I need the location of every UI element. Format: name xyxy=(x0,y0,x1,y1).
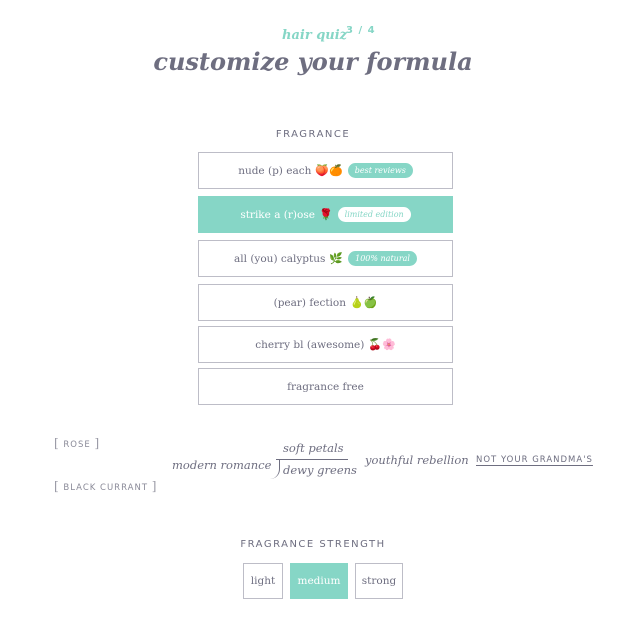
strength-option-strong[interactable]: strong xyxy=(355,563,403,599)
strength-option-medium[interactable]: medium xyxy=(290,563,348,599)
split-bracket xyxy=(270,459,280,479)
rose-icon: 🌹 xyxy=(318,208,333,221)
quiz-label: hair quiz xyxy=(282,28,348,43)
step-indicator: 3 / 4 xyxy=(346,25,376,36)
fragrance-option-all-you-calyptus[interactable]: all (you) calyptus 🌿 100% natural xyxy=(198,240,453,277)
option-label: cherry bl (awesome) xyxy=(255,338,365,351)
best-reviews-badge: best reviews xyxy=(347,163,413,178)
natural-badge: 100% natural xyxy=(348,251,417,266)
option-label: strike a (r)ose xyxy=(240,208,315,221)
option-label: all (you) calyptus xyxy=(234,252,326,265)
fragrance-option-nude-peach[interactable]: nude (p) each 🍑🍊 best reviews xyxy=(198,152,453,189)
youthful-rebellion-note: youthful rebellion xyxy=(365,453,469,467)
fragrance-option-pear-fection[interactable]: (pear) fection 🍐🍏 xyxy=(198,284,453,321)
modern-romance-note: modern romance xyxy=(172,458,272,472)
black-currant-note-tag: [ BLACK CURRANT ] xyxy=(54,479,158,493)
black-currant-note-label: BLACK CURRANT xyxy=(63,483,149,493)
dewy-greens-note: dewy greens xyxy=(283,463,357,477)
cherry-blossom-icon: 🍒🌸 xyxy=(368,338,396,351)
peach-orange-icon: 🍑🍊 xyxy=(315,164,343,177)
option-label: fragrance free xyxy=(287,380,364,393)
strength-section-title: FRAGRANCE STRENGTH xyxy=(240,539,386,550)
split-divider xyxy=(276,459,348,460)
fragrance-section-title: FRAGRANCE xyxy=(275,129,351,140)
fragrance-option-fragrance-free[interactable]: fragrance free xyxy=(198,368,453,405)
option-label: nude (p) each xyxy=(238,164,312,177)
rose-note-label: ROSE xyxy=(63,440,91,450)
rose-note-tag: [ ROSE ] xyxy=(54,436,101,450)
fragrance-option-cherry-blossom[interactable]: cherry bl (awesome) 🍒🌸 xyxy=(198,326,453,363)
herb-leaf-icon: 🌿 xyxy=(329,252,344,265)
page-title: customize your formula xyxy=(153,47,473,76)
strength-option-light[interactable]: light xyxy=(243,563,283,599)
fragrance-option-strike-a-rose[interactable]: strike a (r)ose 🌹 limited edition xyxy=(198,196,453,233)
limited-edition-badge: limited edition xyxy=(337,207,411,222)
option-label: (pear) fection xyxy=(273,296,346,309)
pear-apple-icon: 🍐🍏 xyxy=(349,296,378,309)
soft-petals-note: soft petals xyxy=(283,441,344,455)
not-your-grandmas-note: NOT YOUR GRANDMA'S xyxy=(476,455,593,465)
